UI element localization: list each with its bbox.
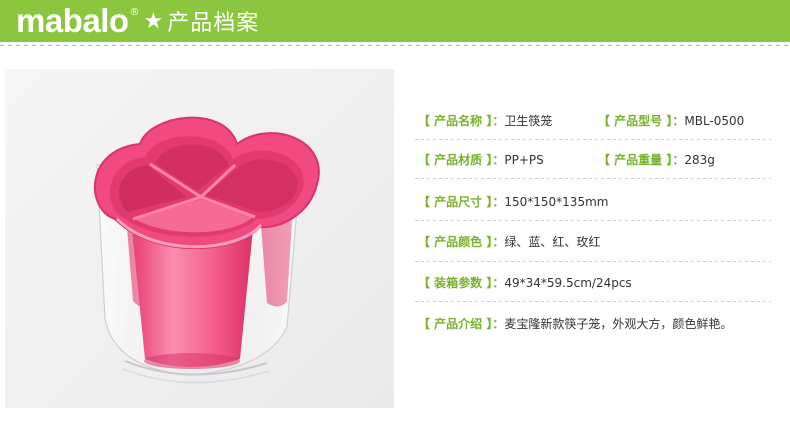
product-photo: [5, 69, 394, 408]
packing-label: 【 装箱参数 】：: [418, 276, 505, 290]
intro-value: 麦宝隆新款筷子笼，外观大方，颜色鲜艳。: [504, 317, 733, 331]
spec-row-name-model: 【 产品名称 】：卫生筷笼 【 产品型号 】：MBL-0500: [418, 110, 744, 132]
model-value: MBL-0500: [684, 114, 745, 128]
brand: mabalo ® ★ 产品档案: [16, 1, 259, 41]
row-divider: [415, 261, 771, 262]
size-label: 【 产品尺寸 】：: [418, 195, 505, 209]
row-divider: [415, 139, 771, 140]
material-label: 【 产品材质 】：: [418, 153, 505, 167]
page-title: 产品档案: [167, 11, 260, 36]
size-value: 150*150*135mm: [504, 195, 609, 209]
row-divider: [415, 178, 771, 179]
intro-label: 【 产品介绍 】：: [418, 317, 505, 331]
model-cell: 【 产品型号 】：MBL-0500: [598, 110, 744, 132]
spec-row-color: 【 产品颜色 】：绿、蓝、红、玫红: [418, 231, 600, 253]
name-value: 卫生筷笼: [504, 114, 553, 128]
spec-row-size: 【 产品尺寸 】：150*150*135mm: [418, 191, 608, 213]
spec-row-material-weight: 【 产品材质 】：PP+PS 【 产品重量 】：283g: [418, 149, 715, 171]
spec-row-intro: 【 产品介绍 】：麦宝隆新款筷子笼，外观大方，颜色鲜艳。: [418, 313, 732, 335]
spec-panel: 【 产品名称 】：卫生筷笼 【 产品型号 】：MBL-0500 【 产品材质 】…: [395, 69, 790, 408]
weight-value: 283g: [684, 153, 715, 167]
weight-cell: 【 产品重量 】：283g: [598, 149, 715, 171]
name-label: 【 产品名称 】：: [418, 114, 505, 128]
brand-logo: mabalo: [16, 2, 129, 39]
chopstick-holder-image: [94, 116, 320, 384]
color-value: 绿、蓝、红、玫红: [504, 235, 601, 249]
registered-mark: ®: [129, 7, 140, 18]
row-divider: [415, 301, 771, 302]
dashed-divider: [0, 44, 790, 47]
packing-value: 49*34*59.5cm/24pcs: [504, 276, 632, 290]
header-bar: mabalo ® ★ 产品档案: [0, 0, 790, 42]
color-label: 【 产品颜色 】：: [418, 235, 505, 249]
model-label: 【 产品型号 】：: [598, 114, 685, 128]
spec-row-packing: 【 装箱参数 】：49*34*59.5cm/24pcs: [418, 272, 632, 294]
row-divider: [415, 220, 771, 221]
weight-label: 【 产品重量 】：: [598, 153, 685, 167]
star-icon: ★: [143, 8, 164, 34]
material-value: PP+PS: [504, 153, 544, 167]
